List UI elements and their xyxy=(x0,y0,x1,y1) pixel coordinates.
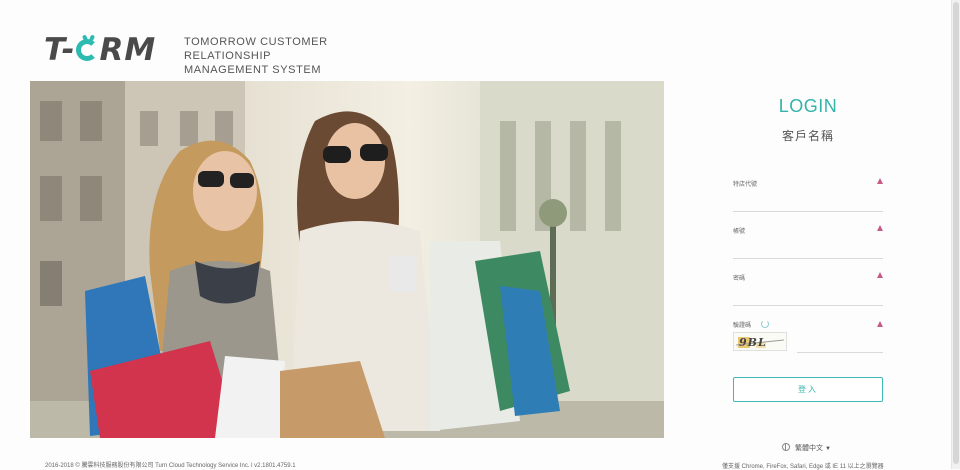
required-warning-icon xyxy=(877,272,883,278)
customer-name: 客戶名稱 xyxy=(781,129,834,143)
language-selector[interactable]: 繁體中文 ▼ xyxy=(782,443,831,453)
captcha-field: 驗證碼 9BL xyxy=(733,319,883,353)
merchant-id-input[interactable] xyxy=(733,189,873,207)
tagline: TOMORROW CUSTOMER RELATIONSHIP MANAGEMEN… xyxy=(184,35,404,77)
merchant-id-field[interactable]: 特店代號 xyxy=(733,178,883,212)
vertical-scrollbar[interactable] xyxy=(951,0,960,469)
refresh-icon[interactable] xyxy=(761,320,769,328)
shopping-women-illustration xyxy=(30,81,664,438)
account-field[interactable]: 帳號 xyxy=(733,225,883,259)
required-warning-icon xyxy=(877,321,883,327)
captcha-input[interactable] xyxy=(797,334,883,353)
caret-down-icon: ▼ xyxy=(825,446,831,452)
tagline-line-1: TOMORROW CUSTOMER RELATIONSHIP xyxy=(184,36,328,62)
password-label: 密碼 xyxy=(733,276,746,282)
account-label: 帳號 xyxy=(733,229,746,235)
tagline-line-2: MANAGEMENT SYSTEM xyxy=(184,64,322,76)
language-label: 繁體中文 xyxy=(795,445,823,452)
copyright-footer: 2016-2018 © 騰雲科技服務股份有限公司 Turn Cloud Tech… xyxy=(45,463,296,469)
tcrm-logo: T- RM xyxy=(44,30,156,70)
captcha-text: 9BL xyxy=(739,336,767,349)
logo-c-icon xyxy=(76,38,99,61)
required-warning-icon xyxy=(877,225,883,231)
login-button[interactable]: 登入 xyxy=(733,377,883,402)
captcha-label: 驗證碼 xyxy=(733,323,752,329)
account-input[interactable] xyxy=(733,236,873,254)
login-title: LOGIN xyxy=(778,96,838,116)
captcha-image[interactable]: 9BL xyxy=(733,332,787,351)
password-field[interactable]: 密碼 xyxy=(733,272,883,306)
logo-prefix: T- xyxy=(44,32,76,68)
logo-suffix: RM xyxy=(99,32,157,68)
required-warning-icon xyxy=(877,178,883,184)
hero-image xyxy=(30,81,664,438)
merchant-id-label: 特店代號 xyxy=(733,182,758,188)
scrollbar-thumb[interactable] xyxy=(953,2,959,464)
password-input[interactable] xyxy=(733,283,873,301)
globe-icon xyxy=(782,443,790,451)
